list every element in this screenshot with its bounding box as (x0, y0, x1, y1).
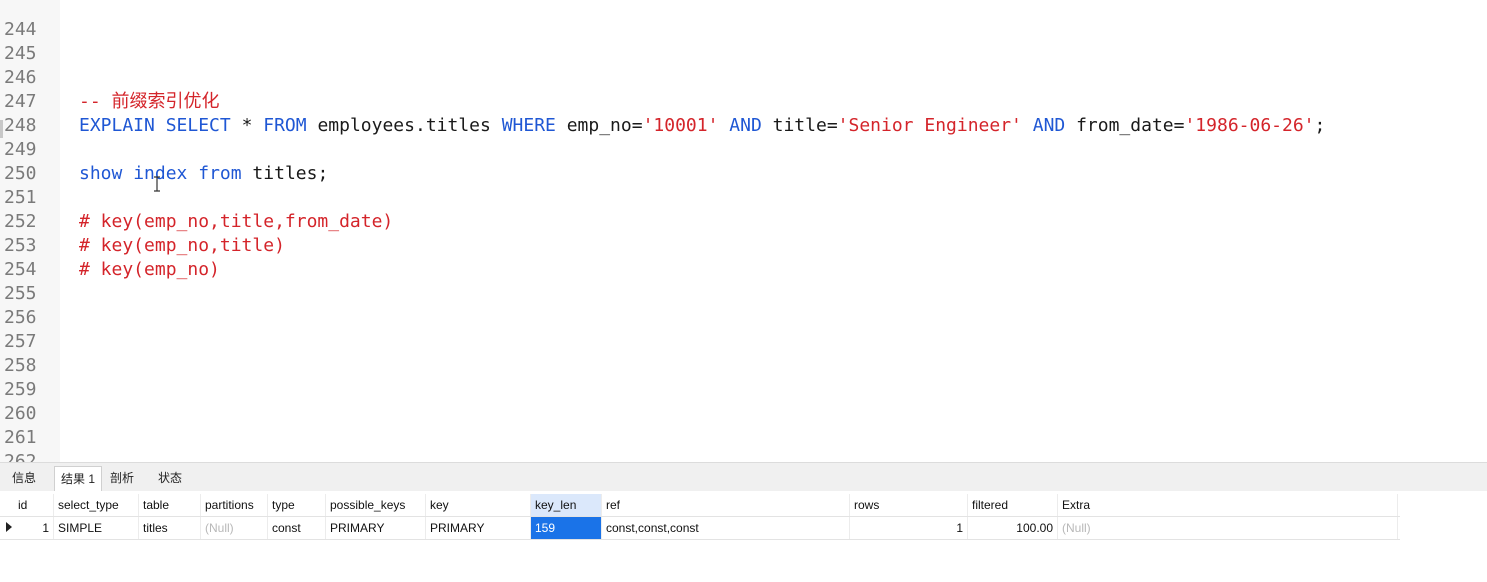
sql-string: 'Senior Engineer' (837, 115, 1022, 136)
sql-keyword: WHERE (501, 115, 556, 136)
column-header-key-len[interactable]: key_len (531, 494, 602, 516)
sql-keyword: show (79, 163, 123, 184)
column-header-type[interactable]: type (268, 494, 326, 516)
column-header-extra[interactable]: Extra (1058, 494, 1398, 516)
code-text: employees.titles (306, 115, 502, 136)
sql-comment: # key(emp_no,title,from_date) (79, 211, 394, 232)
sql-keyword: SELECT (165, 115, 231, 136)
editor-line: 255 (0, 258, 43, 304)
sql-statement-explain: EXPLAIN SELECT * FROM employees.titles W… (79, 114, 1325, 138)
cell-key-len-selected[interactable]: 159 (531, 517, 602, 539)
column-header-partitions[interactable]: partitions (201, 494, 268, 516)
code-text: from_date= (1065, 115, 1185, 136)
editor-line: 260 (0, 378, 43, 424)
code-text: ; (1314, 115, 1326, 136)
editor-line: 244 (0, 0, 43, 40)
editor-line: 249 show index from titles; (0, 114, 328, 184)
column-header-select-type[interactable]: select_type (54, 494, 139, 516)
editor-line: 258 (0, 330, 43, 376)
column-header-key[interactable]: key (426, 494, 531, 516)
cell-select-type[interactable]: SIMPLE (54, 517, 139, 539)
editor-line: 247 EXPLAIN SELECT * FROM employees.titl… (0, 66, 1325, 136)
cell-extra[interactable]: (Null) (1058, 517, 1398, 539)
editor-line: 257 (0, 306, 43, 352)
tab-info[interactable]: 信息 (6, 466, 42, 490)
column-header-ref[interactable]: ref (602, 494, 850, 516)
cell-key[interactable]: PRIMARY (426, 517, 531, 539)
sql-comment: # key(emp_no) (79, 259, 220, 280)
result-tabs: 信息 结果 1 剖析 状态 (0, 462, 1487, 491)
tab-status[interactable]: 状态 (152, 466, 188, 490)
text-cursor-icon (153, 176, 160, 192)
sql-editor[interactable]: 244 245 246 -- 前缀索引优化 247 EXPLAIN SELECT… (0, 0, 1487, 462)
cell-id[interactable]: 1 (14, 517, 54, 539)
cell-type[interactable]: const (268, 517, 326, 539)
cell-partitions[interactable]: (Null) (201, 517, 268, 539)
tab-profile[interactable]: 剖析 (104, 466, 140, 490)
sql-keyword: EXPLAIN (79, 115, 155, 136)
editor-line: 245 (0, 18, 43, 64)
cell-possible-keys[interactable]: PRIMARY (326, 517, 426, 539)
sql-statement-show-index: show index from titles; (79, 162, 328, 186)
sql-string: '1986-06-26' (1184, 115, 1315, 136)
cell-rows[interactable]: 1 (850, 517, 968, 539)
table-row[interactable]: 1 SIMPLE titles (Null) const PRIMARY PRI… (0, 516, 1400, 540)
editor-line: 248 (0, 90, 43, 136)
column-header-rows[interactable]: rows (850, 494, 968, 516)
code-text: emp_no= (555, 115, 643, 136)
editor-line: 263 (0, 450, 43, 462)
editor-line: 256 (0, 282, 43, 328)
editor-line: 251 # key(emp_no,title,from_date) (0, 162, 393, 232)
sql-comment: -- 前缀索引优化 (79, 91, 220, 112)
cell-filtered[interactable]: 100.00 (968, 517, 1058, 539)
column-header-id[interactable]: id (14, 494, 54, 516)
code-text: titles; (241, 163, 329, 184)
code-text: title= (761, 115, 838, 136)
cell-table[interactable]: titles (139, 517, 201, 539)
editor-line: 253 # key(emp_no) (0, 210, 220, 280)
sql-comment: # key(emp_no,title) (79, 235, 285, 256)
code-text: * (230, 115, 264, 136)
sql-keyword: AND (1032, 115, 1066, 136)
column-header-table[interactable]: table (139, 494, 201, 516)
column-header-possible-keys[interactable]: possible_keys (326, 494, 426, 516)
sql-keyword: AND (729, 115, 762, 136)
sql-string: '10001' (642, 115, 719, 136)
editor-line: 259 (0, 354, 43, 400)
editor-line: 250 (0, 138, 43, 184)
editor-line: 254 (0, 234, 43, 280)
sql-keyword: from (198, 163, 242, 184)
editor-line: 261 (0, 402, 43, 448)
cell-ref[interactable]: const,const,const (602, 517, 850, 539)
sql-keyword: FROM (263, 115, 307, 136)
result-grid[interactable]: id select_type table partitions type pos… (0, 491, 1487, 582)
column-header-filtered[interactable]: filtered (968, 494, 1058, 516)
editor-line: 252 # key(emp_no,title) (0, 186, 285, 256)
editor-line: 246 -- 前缀索引优化 (0, 42, 220, 112)
editor-line: 262 (0, 426, 43, 462)
tab-result-1[interactable]: 结果 1 (54, 466, 103, 491)
grid-header-row: id select_type table partitions type pos… (0, 494, 1400, 516)
